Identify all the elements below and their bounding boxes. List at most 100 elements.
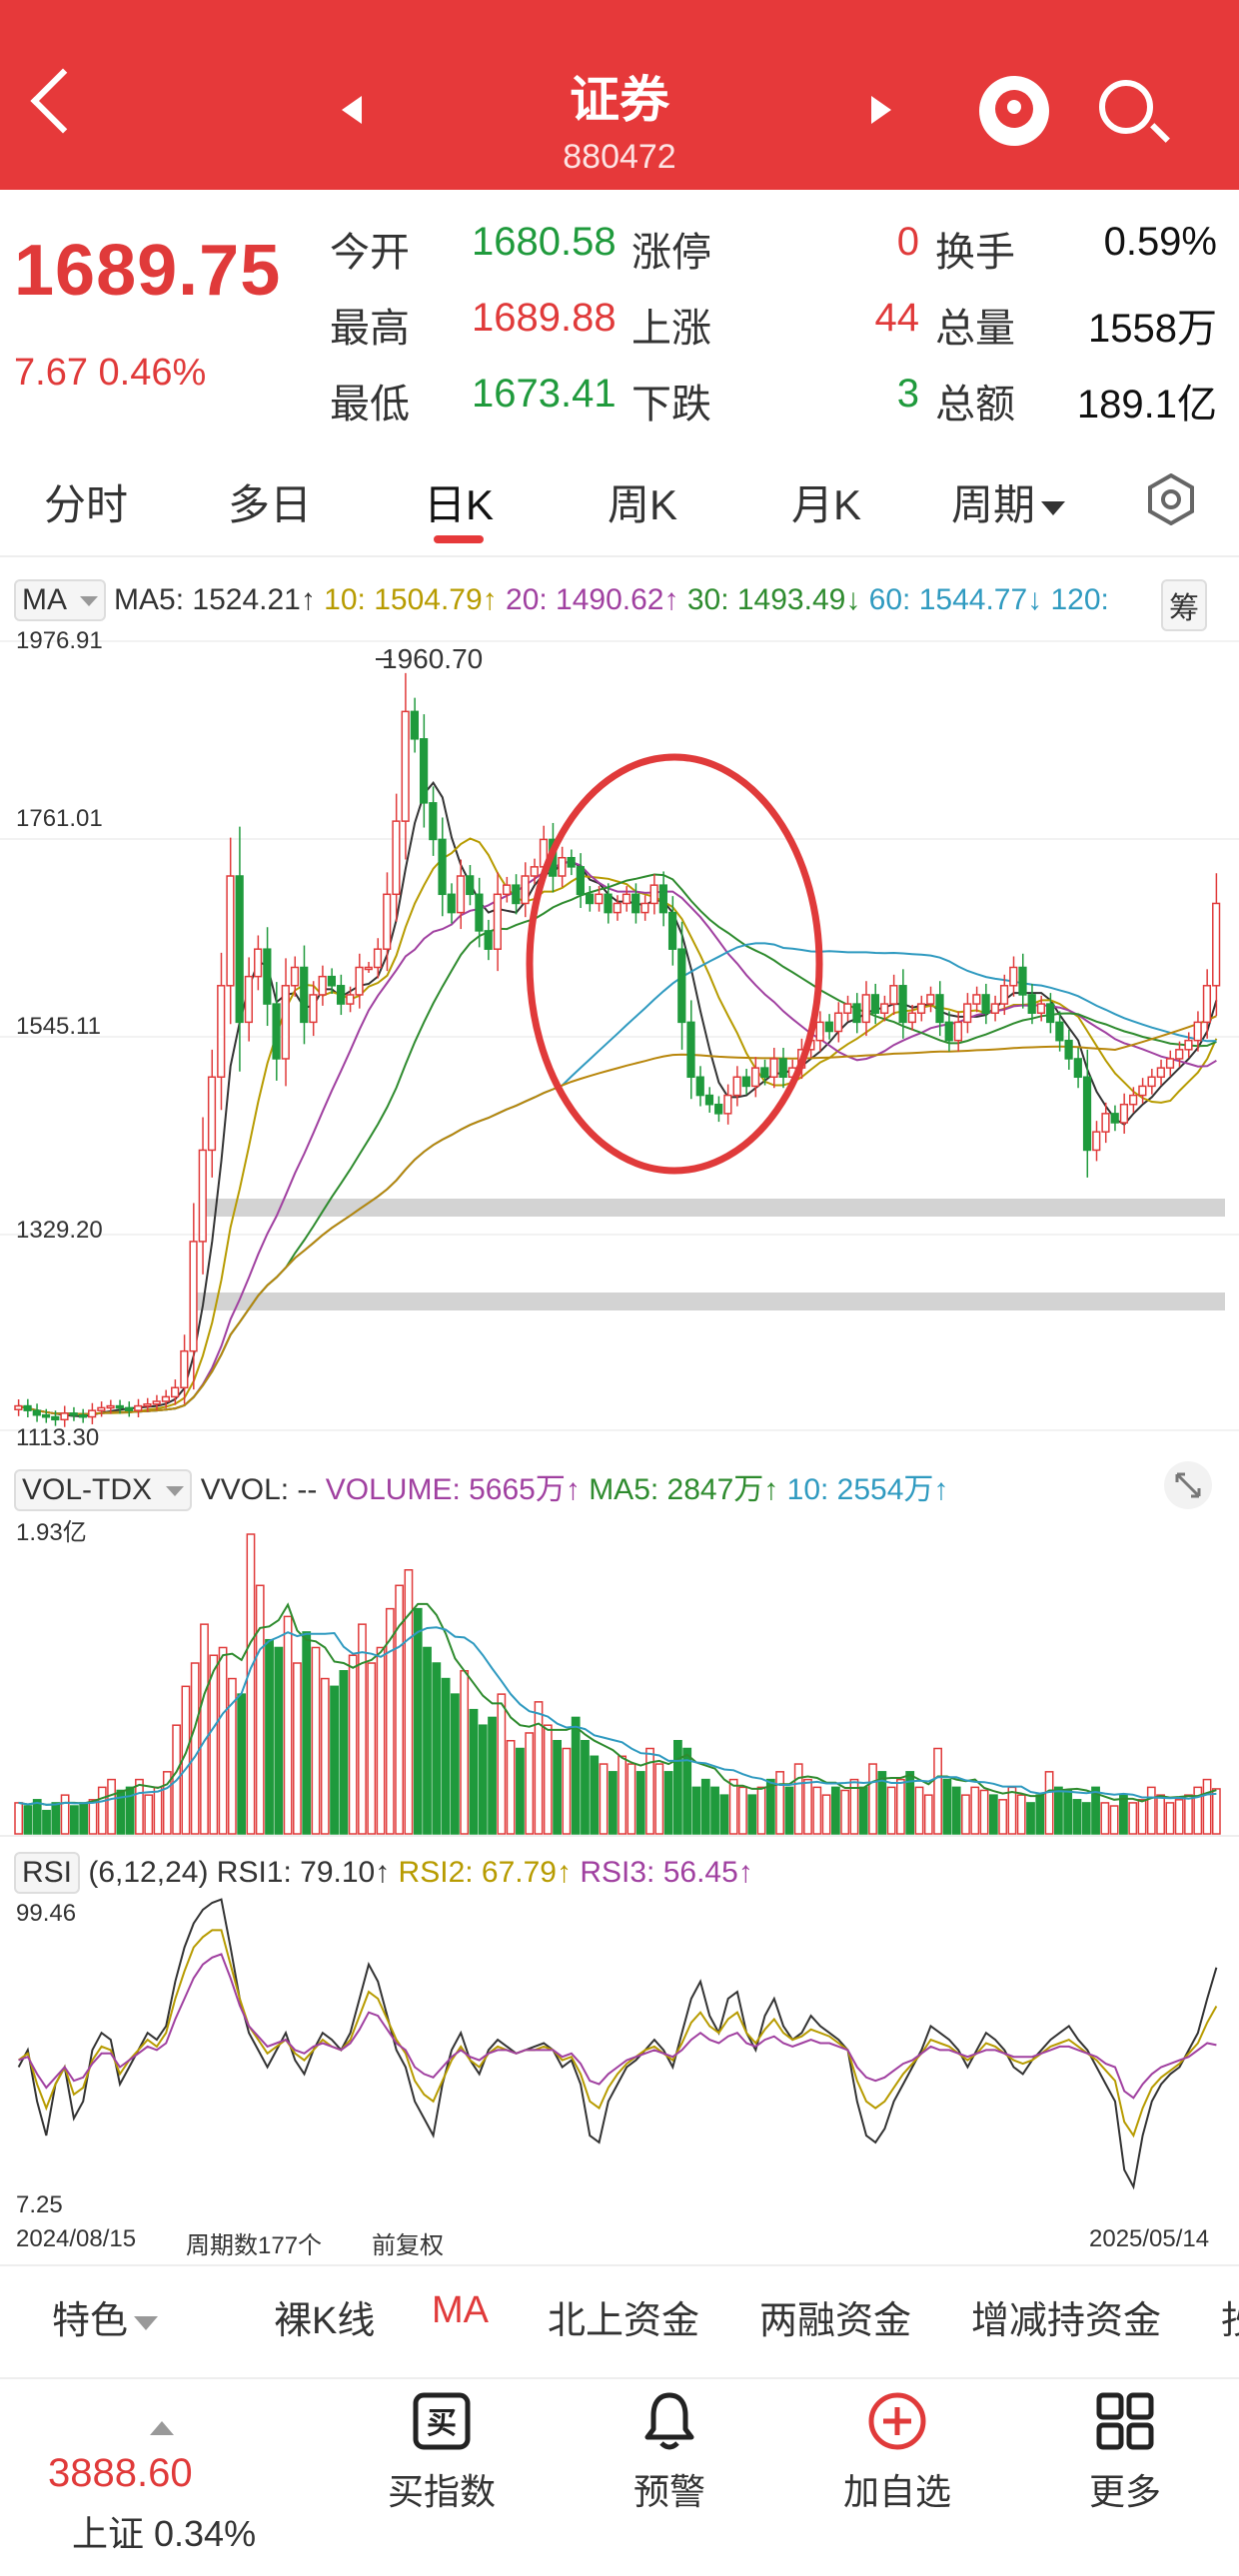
candle-body bbox=[999, 985, 1009, 1005]
kline-chart[interactable] bbox=[0, 0, 1239, 2267]
volume-bar bbox=[581, 1739, 590, 1835]
alert-button[interactable]: 预警 bbox=[580, 2389, 759, 2515]
candle-body bbox=[1055, 1021, 1064, 1042]
volume-bar bbox=[1109, 1805, 1119, 1835]
candle-body bbox=[833, 1012, 843, 1033]
volume-bar bbox=[608, 1771, 618, 1835]
volume-bar bbox=[367, 1662, 377, 1835]
candle-body bbox=[475, 893, 484, 932]
tab-ma[interactable]: MA bbox=[432, 2289, 489, 2332]
grid-icon bbox=[1096, 2392, 1154, 2450]
volume-bar bbox=[42, 1809, 51, 1835]
ma-line-MA5 bbox=[18, 781, 1218, 1418]
candle-body bbox=[78, 1413, 88, 1418]
candle-body bbox=[1009, 966, 1018, 987]
candle-body bbox=[272, 1003, 281, 1060]
volume-bar bbox=[961, 1794, 970, 1835]
tab-more-clipped[interactable]: 抄 bbox=[1221, 2289, 1239, 2344]
volume-bar bbox=[1100, 1802, 1110, 1835]
candle-body bbox=[585, 893, 595, 905]
candle-body bbox=[456, 875, 466, 914]
bottom-nav: 3888.60 上证 0.34% 买 买指数 预警 加自选 更多 bbox=[0, 2377, 1239, 2576]
volume-bar bbox=[1146, 1786, 1156, 1835]
candle-body bbox=[640, 902, 649, 914]
candle-body bbox=[907, 1012, 916, 1024]
end-date: 2025/05/14 bbox=[1089, 2225, 1210, 2252]
adjust-mode[interactable]: 前复权 bbox=[372, 2225, 444, 2260]
candle-body bbox=[134, 1404, 143, 1411]
svg-text:买: 买 bbox=[427, 2407, 457, 2440]
candle-body bbox=[51, 1415, 60, 1421]
volume-bar bbox=[283, 1615, 293, 1835]
tab-holdings[interactable]: 增减持资金 bbox=[971, 2289, 1161, 2344]
candle-body bbox=[327, 975, 336, 987]
candle-body bbox=[658, 884, 667, 914]
add-watchlist-button[interactable]: 加自选 bbox=[807, 2389, 987, 2515]
y-tick-label: 1976.91 bbox=[16, 627, 103, 654]
volume-bar bbox=[209, 1654, 219, 1835]
candle-body bbox=[69, 1412, 78, 1416]
candle-body bbox=[180, 1349, 189, 1389]
candle-body bbox=[631, 893, 640, 914]
candle-body bbox=[695, 1076, 704, 1097]
candle-body bbox=[1101, 1113, 1110, 1133]
candle-body bbox=[1027, 994, 1036, 1014]
volume-bar bbox=[32, 1799, 42, 1835]
volume-bar bbox=[376, 1646, 386, 1835]
volume-bar bbox=[775, 1771, 785, 1835]
volume-bar bbox=[691, 1786, 701, 1835]
volume-bar bbox=[1007, 1786, 1017, 1835]
volume-bar bbox=[469, 1708, 479, 1835]
candle-body bbox=[161, 1395, 171, 1402]
volume-bar bbox=[590, 1755, 600, 1835]
index-value[interactable]: 3888.60 bbox=[48, 2451, 193, 2496]
rsi-line-RSI3 bbox=[18, 1953, 1217, 2100]
volume-bar bbox=[618, 1755, 627, 1835]
more-button[interactable]: 更多 bbox=[1035, 2389, 1215, 2515]
volume-bar bbox=[1016, 1794, 1026, 1835]
volume-bar bbox=[747, 1794, 757, 1835]
volume-bar bbox=[803, 1778, 812, 1835]
volume-bar bbox=[979, 1789, 989, 1835]
volume-bar bbox=[1063, 1789, 1073, 1835]
candle-body bbox=[741, 1076, 750, 1088]
volume-bar bbox=[728, 1778, 738, 1835]
candle-body bbox=[926, 994, 935, 1005]
tab-margin[interactable]: 两融资金 bbox=[759, 2289, 911, 2344]
candle-body bbox=[355, 966, 364, 996]
volume-bar bbox=[599, 1763, 609, 1835]
candle-body bbox=[346, 994, 355, 1005]
candle-body bbox=[558, 856, 567, 877]
candle-body bbox=[254, 948, 263, 978]
candle-body bbox=[115, 1404, 124, 1409]
volume-bar bbox=[107, 1778, 116, 1835]
volume-bar bbox=[320, 1677, 330, 1835]
tab-northbound[interactable]: 北上资金 bbox=[548, 2289, 699, 2344]
candle-body bbox=[512, 884, 521, 905]
rsi-bottom-label: 7.25 bbox=[16, 2191, 63, 2218]
volume-bar bbox=[1044, 1771, 1054, 1835]
volume-bar bbox=[896, 1778, 905, 1835]
tab-naked-k[interactable]: 裸K线 bbox=[274, 2289, 375, 2344]
candle-body bbox=[750, 1067, 760, 1088]
candle-body bbox=[23, 1404, 32, 1411]
candle-body bbox=[576, 866, 585, 896]
tab-features[interactable]: 特色 bbox=[52, 2289, 159, 2344]
candle-body bbox=[1193, 1021, 1202, 1042]
volume-bar bbox=[534, 1701, 544, 1835]
volume-bar bbox=[710, 1786, 719, 1835]
index-name[interactable]: 上证 0.34% bbox=[72, 2505, 256, 2557]
candle-body bbox=[686, 1021, 695, 1079]
candle-body bbox=[189, 1241, 198, 1352]
volume-bar bbox=[840, 1789, 850, 1835]
buy-index-button[interactable]: 买 买指数 bbox=[352, 2389, 532, 2515]
candle-body bbox=[1202, 985, 1212, 1024]
volume-bar bbox=[933, 1747, 942, 1835]
volume-bar bbox=[998, 1799, 1008, 1835]
candle-body bbox=[604, 893, 613, 914]
candle-body bbox=[171, 1386, 180, 1398]
candle-body bbox=[217, 985, 226, 1079]
candle-body bbox=[318, 975, 327, 996]
candle-body bbox=[521, 875, 530, 905]
volume-top-label: 1.93亿 bbox=[16, 1519, 87, 1546]
